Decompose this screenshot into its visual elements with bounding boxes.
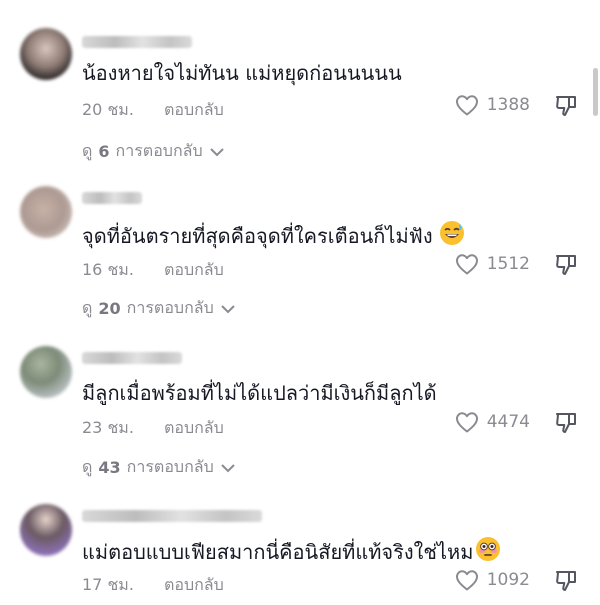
username-blurred[interactable] (82, 36, 192, 48)
like-button[interactable]: 1512 (455, 253, 530, 275)
thumbs-down-outline-icon[interactable] (554, 568, 578, 592)
sweat-smile-emoji (439, 220, 465, 252)
like-count: 4474 (486, 412, 530, 432)
view-replies-prefix: ดู (82, 141, 93, 160)
username-blurred[interactable] (82, 352, 182, 364)
comment-time: 23 ชม. (82, 418, 134, 437)
like-count: 1512 (486, 254, 530, 274)
comment-text: แม่ตอบแบบเฟียสมากนี่คือนิสัยที่แท้จริงใช… (82, 536, 501, 568)
flushed-emoji (475, 536, 501, 568)
username-blurred[interactable] (82, 192, 142, 204)
view-replies-suffix: การตอบกลับ (126, 298, 214, 317)
chevron-down-icon (221, 463, 235, 472)
thumbs-down-outline-icon[interactable] (554, 252, 578, 276)
comment-meta: 16 ชม. ตอบกลับ (82, 258, 224, 283)
view-replies-button[interactable]: ดู 6 การตอบกลับ (82, 139, 225, 164)
like-button[interactable]: 1092 (455, 569, 530, 591)
like-count: 1388 (486, 95, 530, 115)
chevron-down-icon (221, 304, 235, 313)
chevron-down-icon (209, 147, 224, 156)
like-button[interactable]: 4474 (455, 411, 530, 433)
view-replies-prefix: ดู (82, 457, 93, 476)
reply-count: 20 (98, 299, 121, 318)
reply-button[interactable]: ตอบกลับ (164, 418, 224, 437)
avatar[interactable] (20, 186, 72, 238)
comment-time: 16 ชม. (82, 260, 134, 279)
avatar[interactable] (20, 346, 72, 398)
reply-button[interactable]: ตอบกลับ (164, 260, 224, 279)
reply-button[interactable]: ตอบกลับ (164, 100, 224, 119)
comment-text-content: จุดที่อันตรายที่สุดคือจุดที่ใครเตือนก็ไม… (82, 224, 433, 248)
comment-text: มีลูกเมื่อพร้อมที่ไม่ได้แปลว่ามีเงินก็มี… (82, 381, 437, 405)
view-replies-suffix: การตอบกลับ (115, 141, 203, 160)
reply-count: 43 (98, 458, 121, 477)
heart-outline-icon (455, 412, 478, 433)
avatar[interactable] (20, 504, 72, 556)
heart-outline-icon (455, 95, 478, 116)
heart-outline-icon (455, 254, 478, 275)
comment-meta: 17 ชม. ตอบกลับ (82, 573, 224, 598)
comment-text: จุดที่อันตรายที่สุดคือจุดที่ใครเตือนก็ไม… (82, 220, 465, 252)
comment-meta: 20 ชม. ตอบกลับ (82, 98, 224, 123)
like-button[interactable]: 1388 (455, 94, 530, 116)
avatar[interactable] (20, 28, 72, 80)
reply-count: 6 (98, 142, 110, 161)
view-replies-prefix: ดู (82, 298, 93, 317)
like-count: 1092 (486, 570, 530, 590)
comment-text-content: แม่ตอบแบบเฟียสมากนี่คือนิสัยที่แท้จริงใช… (82, 540, 474, 564)
view-replies-button[interactable]: ดู 43 การตอบกลับ (82, 455, 236, 480)
view-replies-button[interactable]: ดู 20 การตอบกลับ (82, 296, 236, 321)
view-replies-suffix: การตอบกลับ (126, 457, 214, 476)
username-blurred[interactable] (82, 510, 262, 522)
comment-text: น้องหายใจไม่ทันน แม่หยุดก่อนนนนน (82, 61, 402, 85)
heart-outline-icon (455, 570, 478, 591)
thumbs-down-outline-icon[interactable] (554, 410, 578, 434)
comment-time: 20 ชม. (82, 100, 134, 119)
thumbs-down-outline-icon[interactable] (554, 93, 578, 117)
reply-button[interactable]: ตอบกลับ (164, 575, 224, 594)
comment-meta: 23 ชม. ตอบกลับ (82, 416, 224, 441)
scrollbar[interactable] (593, 68, 598, 116)
comment-time: 17 ชม. (82, 575, 134, 594)
